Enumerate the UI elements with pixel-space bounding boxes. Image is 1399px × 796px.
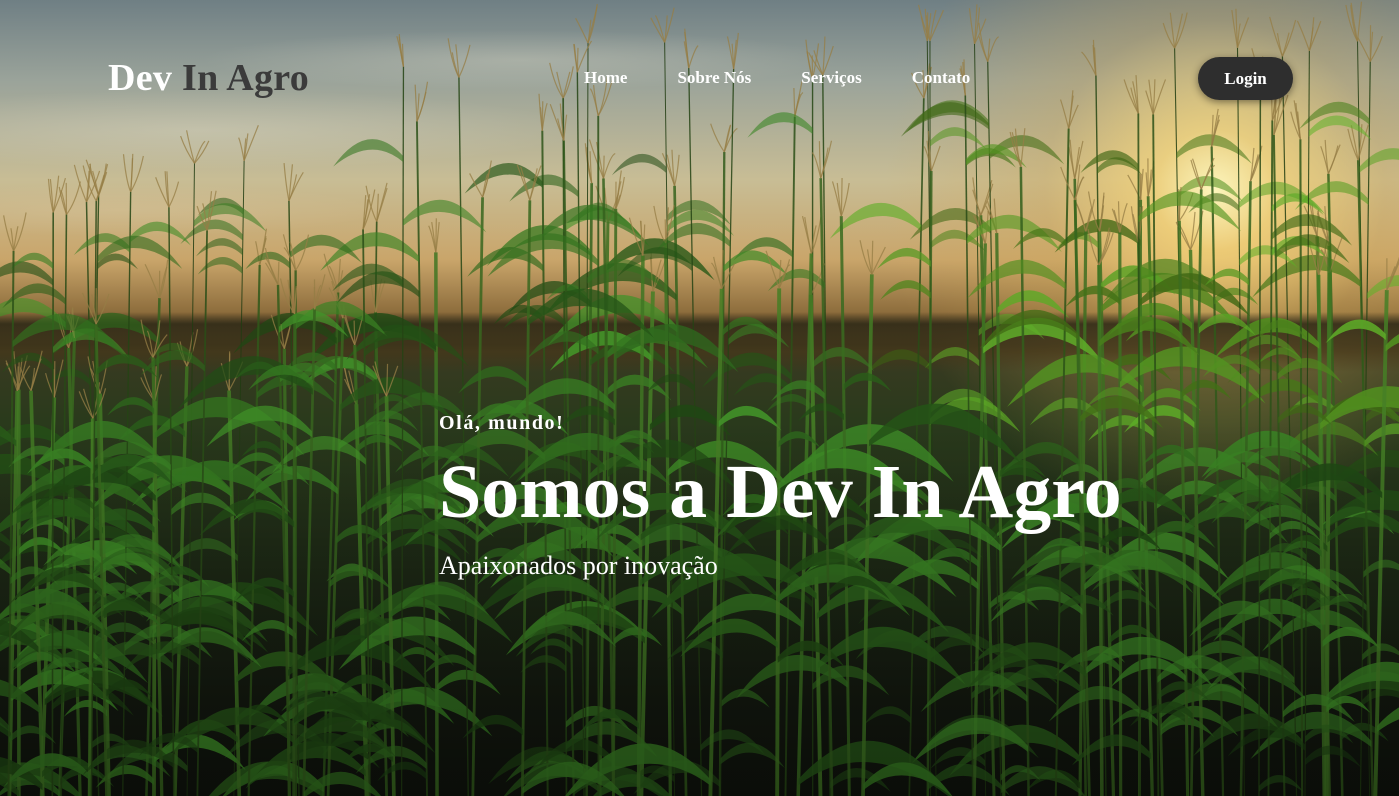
nav-link-home[interactable]: Home (584, 68, 627, 88)
navbar: Dev In Agro Home Sobre Nós Serviços Cont… (0, 0, 1399, 160)
nav-link-servicos[interactable]: Serviços (801, 68, 861, 88)
hero-subheadline: Apaixonados por inovação (439, 550, 718, 580)
hero-section: Dev In Agro Home Sobre Nós Serviços Cont… (0, 0, 1399, 796)
hero-eyebrow: Olá, mundo! (439, 412, 565, 434)
brand-logo-in-agro: In Agro (182, 57, 310, 99)
main-menu: Home Sobre Nós Serviços Contato (584, 68, 970, 88)
nav-link-contato[interactable]: Contato (912, 68, 971, 88)
brand-logo-dev: Dev (108, 57, 173, 99)
brand-logo[interactable]: Dev In Agro (108, 56, 309, 100)
login-button[interactable]: Login (1198, 57, 1293, 100)
hero-content: Olá, mundo! Somos a Dev In Agro Apaixona… (439, 412, 1122, 581)
hero-headline: Somos a Dev In Agro (439, 450, 1122, 534)
nav-link-sobre-nos[interactable]: Sobre Nós (677, 68, 751, 88)
